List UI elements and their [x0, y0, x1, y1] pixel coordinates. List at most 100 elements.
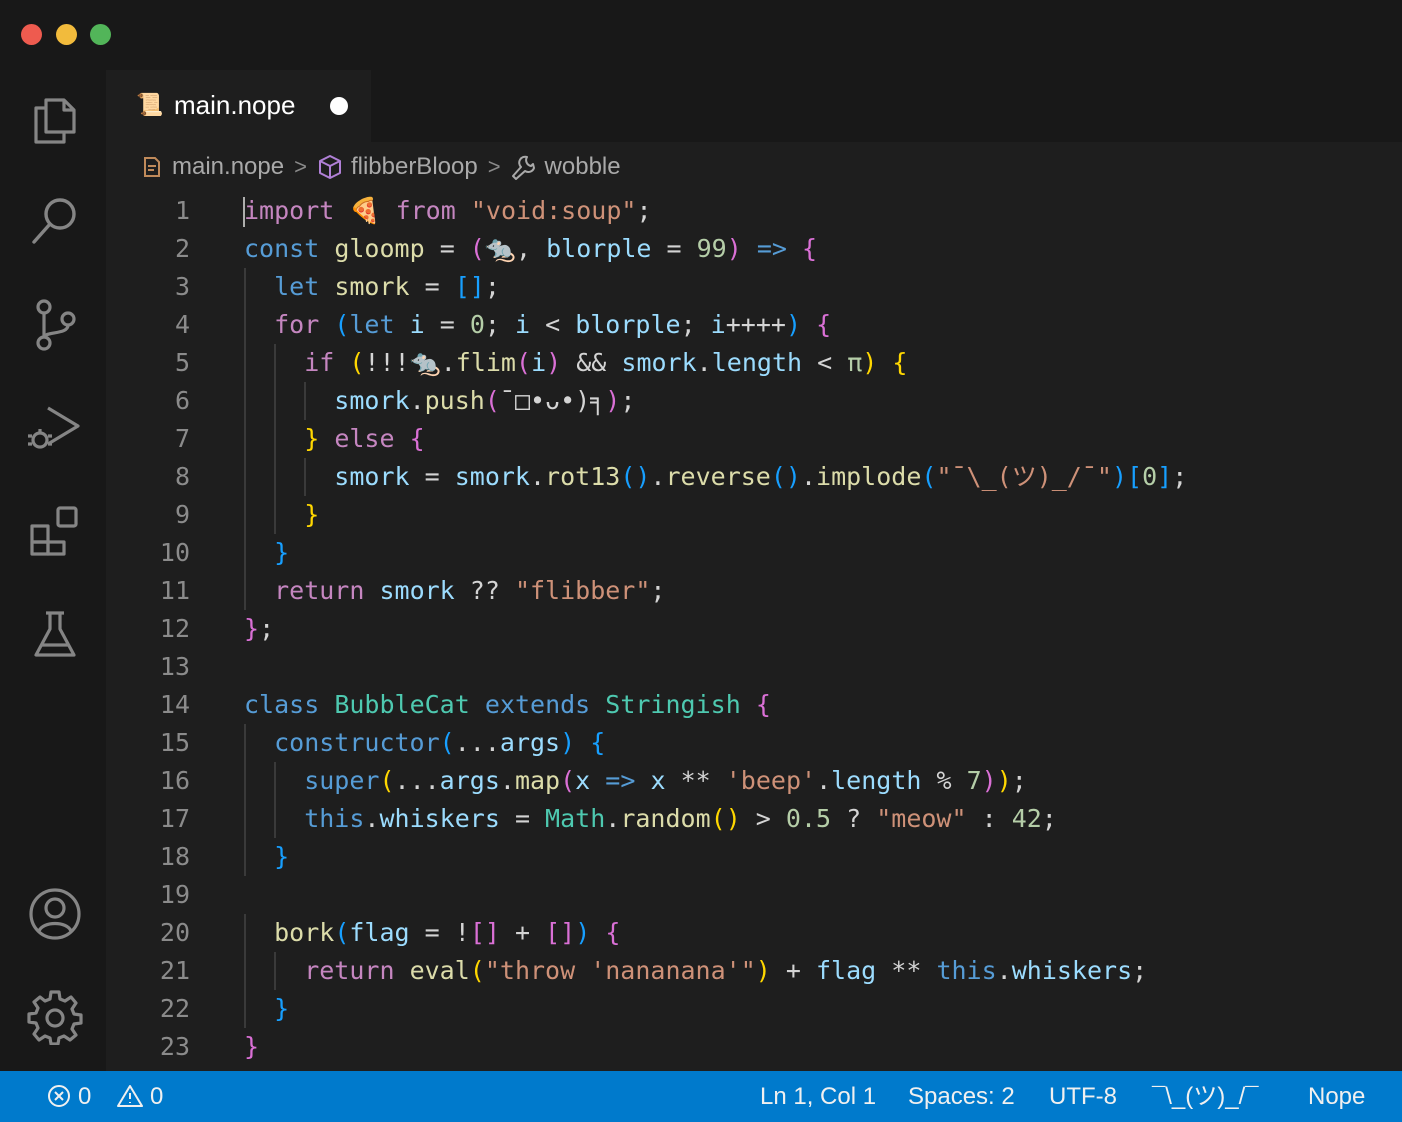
code-line[interactable]: 7} else { — [106, 420, 1402, 458]
code-token: . — [529, 462, 546, 491]
indent-guide — [274, 762, 277, 800]
code-line[interactable]: 8 smork = smork.rot13().reverse().implode… — [106, 458, 1402, 496]
code-line[interactable]: 12}; — [106, 610, 1402, 648]
code-token: ( — [484, 386, 500, 415]
unsaved-dot-icon[interactable] — [330, 97, 348, 115]
code-line[interactable]: 16 super(...args.map(x => x ** 'beep'.len… — [106, 762, 1402, 800]
file-encoding[interactable]: UTF-8 — [1049, 1071, 1117, 1122]
code-token: "throw 'nananana'" — [484, 956, 756, 985]
code-line[interactable]: 5 if (!!!🐀.flim(i) && smork.length < π) { — [106, 344, 1402, 382]
code-line[interactable]: 22} — [106, 990, 1402, 1028]
code-token: 42 — [1011, 804, 1042, 833]
line-number[interactable]: 17 — [106, 800, 190, 838]
cursor-position[interactable]: Ln 1, Col 1 — [760, 1071, 876, 1122]
code-token: 🐀 — [409, 348, 441, 377]
language-mode[interactable]: Nope — [1308, 1071, 1365, 1122]
code-line[interactable]: 11 return smork ?? "flibber"; — [106, 572, 1402, 610]
code-token: < — [530, 310, 576, 339]
code-line[interactable]: 1 import 🍕 from "void:soup"; — [106, 192, 1402, 230]
indent-guide — [244, 382, 246, 420]
line-number[interactable]: 6 — [106, 382, 190, 420]
line-number[interactable]: 21 — [106, 952, 190, 990]
code-line[interactable]: 14 class BubbleCat extends Stringish { — [106, 686, 1402, 724]
problems-errors[interactable]: 0 — [46, 1071, 91, 1122]
end-of-line[interactable]: ¯\_(ツ)_/¯ — [1152, 1071, 1259, 1122]
line-number[interactable]: 23 — [106, 1028, 190, 1066]
code-line[interactable]: 2 const gloomp = (🐀, blorple = 99) => { — [106, 230, 1402, 268]
line-number[interactable]: 2 — [106, 230, 190, 268]
line-number[interactable]: 11 — [106, 572, 190, 610]
line-number[interactable]: 16 — [106, 762, 190, 800]
code-token: ( — [469, 956, 485, 985]
code-token: reverse — [665, 462, 771, 491]
line-number[interactable]: 7 — [106, 420, 190, 458]
line-number[interactable]: 5 — [106, 344, 190, 382]
code-token: args — [499, 728, 561, 757]
line-number[interactable]: 4 — [106, 306, 190, 344]
source-control-icon[interactable] — [26, 295, 84, 353]
line-number[interactable]: 20 — [106, 914, 190, 952]
code-token: ++++ — [725, 310, 786, 339]
line-number[interactable]: 3 — [106, 268, 190, 306]
window-maximize-button[interactable] — [90, 24, 111, 45]
code-text: }; — [244, 610, 274, 648]
line-number[interactable]: 18 — [106, 838, 190, 876]
code-line[interactable]: 9} — [106, 496, 1402, 534]
indent-guide — [244, 838, 246, 876]
code-line[interactable]: 6 smork.push(¯□•ᴗ•)╕); — [106, 382, 1402, 420]
line-number[interactable]: 1 — [106, 192, 190, 230]
code-line[interactable]: 13 — [106, 648, 1402, 686]
code-line[interactable]: 17 this.whiskers = Math.random() > 0.5 ? … — [106, 800, 1402, 838]
code-line[interactable]: 18} — [106, 838, 1402, 876]
problems-warnings[interactable]: 0 — [116, 1071, 163, 1122]
extensions-icon[interactable] — [26, 502, 84, 560]
code-token: = — [409, 272, 455, 301]
line-number[interactable]: 15 — [106, 724, 190, 762]
explorer-icon[interactable] — [26, 90, 84, 148]
code-editor[interactable]: 1 import 🍕 from "void:soup"; 2 const gloomp… — [106, 192, 1402, 1071]
indentation[interactable]: Spaces: 2 — [908, 1071, 1015, 1122]
code-text: let smork = []; — [274, 268, 500, 306]
line-number[interactable]: 10 — [106, 534, 190, 572]
tab-main-nope[interactable]: 📜 main.nope — [106, 70, 371, 142]
window-minimize-button[interactable] — [56, 24, 77, 45]
window-close-button[interactable] — [21, 24, 42, 45]
account-icon[interactable] — [26, 885, 84, 943]
code-token: return — [274, 576, 365, 605]
line-number[interactable]: 19 — [106, 876, 190, 914]
code-line[interactable]: 19 — [106, 876, 1402, 914]
code-line[interactable]: 23} — [106, 1028, 1402, 1066]
code-token: ; — [680, 310, 711, 339]
breadcrumb-member[interactable]: wobble — [511, 153, 621, 181]
code-token: flim — [455, 348, 516, 377]
settings-gear-icon[interactable] — [26, 987, 84, 1045]
code-token: { — [605, 918, 621, 947]
testing-icon[interactable] — [26, 605, 84, 663]
code-line[interactable]: 21 return eval("throw 'nananana'") + flag… — [106, 952, 1402, 990]
line-number[interactable]: 22 — [106, 990, 190, 1028]
code-token: ) — [726, 234, 742, 263]
code-line[interactable]: 15 constructor(...args) { — [106, 724, 1402, 762]
code-token: blorple — [575, 310, 681, 339]
code-token: : — [966, 804, 1012, 833]
code-text: class BubbleCat extends Stringish { — [244, 686, 771, 724]
line-number[interactable]: 9 — [106, 496, 190, 534]
line-number[interactable]: 8 — [106, 458, 190, 496]
code-line[interactable]: 20 bork(flag = ![] + []) { — [106, 914, 1402, 952]
breadcrumb-symbol[interactable]: flibberBloop — [317, 153, 478, 181]
line-number[interactable]: 14 — [106, 686, 190, 724]
code-text: if (!!!🐀.flim(i) && smork.length < π) { — [304, 344, 907, 382]
errors-count: 0 — [78, 1083, 92, 1110]
line-number[interactable]: 12 — [106, 610, 190, 648]
breadcrumb-file[interactable]: main.nope — [140, 153, 284, 181]
code-line[interactable]: 3 let smork = []; — [106, 268, 1402, 306]
code-token: whiskers — [379, 804, 500, 833]
run-debug-icon[interactable] — [26, 398, 84, 456]
code-line[interactable]: 10} — [106, 534, 1402, 572]
line-number[interactable]: 13 — [106, 648, 190, 686]
indent-guide — [304, 382, 307, 420]
search-icon[interactable] — [26, 192, 84, 250]
code-line[interactable]: 4 for (let i = 0; i < blorple; i++++) { — [106, 306, 1402, 344]
code-token: for — [274, 310, 320, 339]
